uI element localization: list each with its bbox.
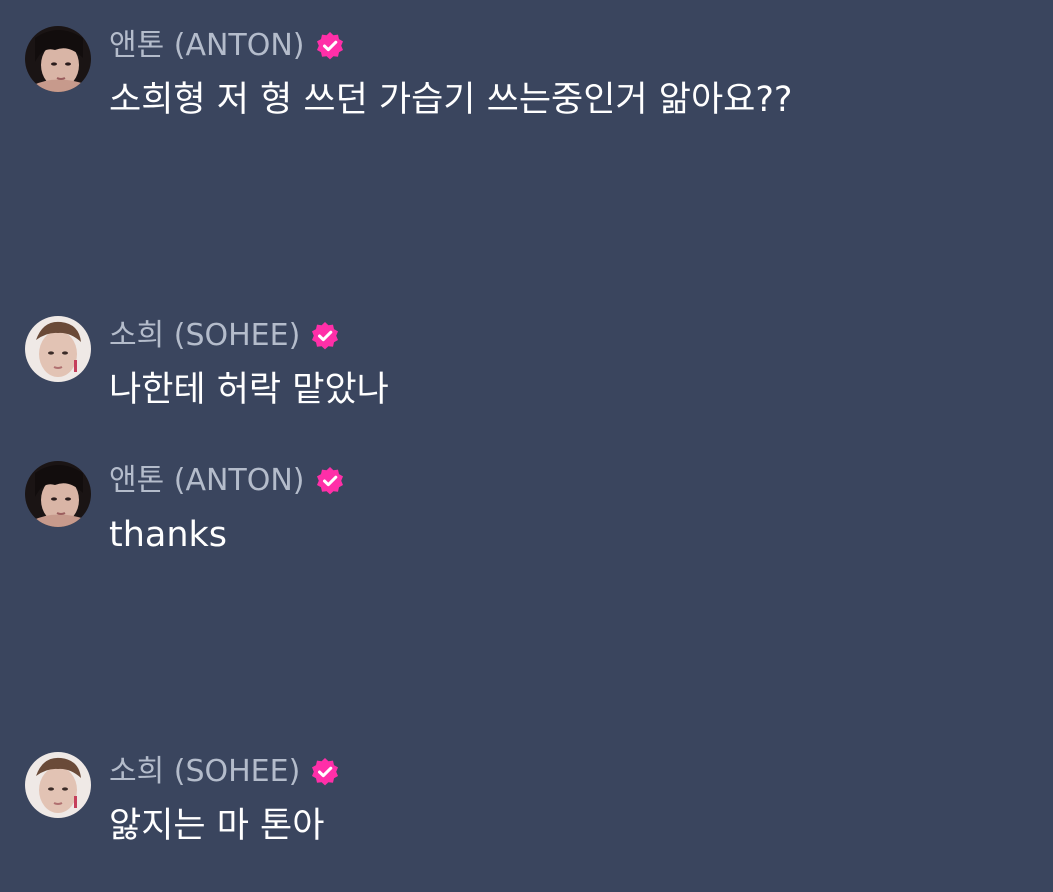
verified-badge-icon <box>310 757 340 787</box>
message-header: 소희 (SOHEE) <box>109 754 340 790</box>
message-item: 앤톤 (ANTON) 소희형 저 형 쓰던 가습기 쓰는중인거 앎아요?? <box>0 26 1053 136</box>
anton-avatar[interactable] <box>25 461 91 527</box>
message-header: 앤톤 (ANTON) <box>109 28 345 64</box>
verified-badge-icon <box>315 466 345 496</box>
message-text: 나한테 허락 맡았나 <box>109 370 389 410</box>
message-item: 소희 (SOHEE) 앓지는 마 톤아 <box>0 752 1053 862</box>
author-name[interactable]: 소희 (SOHEE) <box>109 754 300 790</box>
anton-avatar[interactable] <box>25 26 91 92</box>
author-name[interactable]: 앤톤 (ANTON) <box>109 463 305 499</box>
message-text: 앓지는 마 톤아 <box>109 806 325 846</box>
message-header: 앤톤 (ANTON) <box>109 463 345 499</box>
chat-log: 앤톤 (ANTON) 소희형 저 형 쓰던 가습기 쓰는중인거 앎아요?? 소희… <box>0 0 1053 892</box>
message-text: thanks <box>109 515 228 555</box>
message-item: 앤톤 (ANTON) thanks <box>0 461 1053 571</box>
verified-badge-icon <box>310 321 340 351</box>
author-name[interactable]: 소희 (SOHEE) <box>109 318 300 354</box>
author-name[interactable]: 앤톤 (ANTON) <box>109 28 305 64</box>
sohee-avatar[interactable] <box>25 752 91 818</box>
sohee-avatar[interactable] <box>25 316 91 382</box>
message-item: 소희 (SOHEE) 나한테 허락 맡았나 <box>0 316 1053 426</box>
message-text: 소희형 저 형 쓰던 가습기 쓰는중인거 앎아요?? <box>109 80 793 120</box>
message-header: 소희 (SOHEE) <box>109 318 340 354</box>
verified-badge-icon <box>315 31 345 61</box>
